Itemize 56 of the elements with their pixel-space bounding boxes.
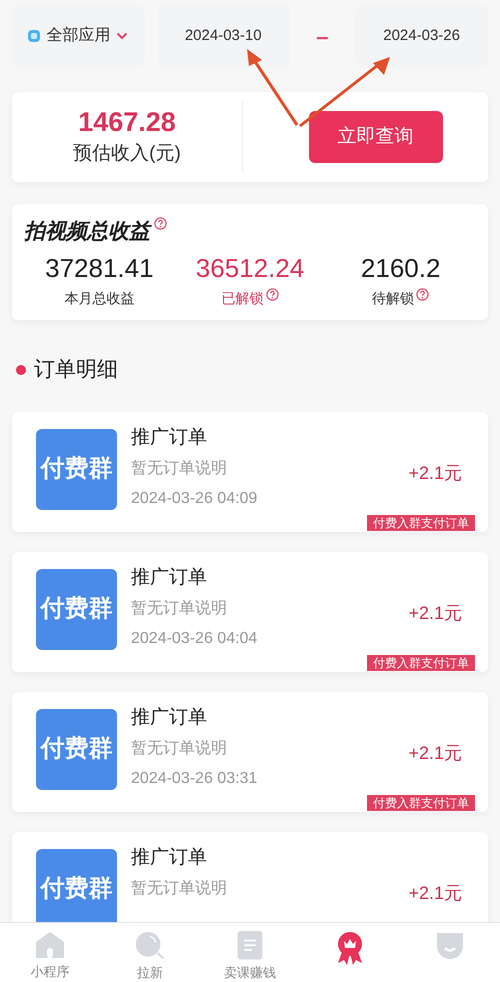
order-card[interactable]: 付费群 推广订单 暂无订单说明 2024-03-26 03:31 +2.1元 付费入群支付订单 [12,692,488,812]
order-description: 暂无订单说明 [131,598,228,618]
order-card[interactable]: 付费群 推广订单 暂无订单说明 +2.1元 [12,832,488,922]
start-date-field[interactable]: 2024-03-10 [156,4,290,68]
app-select[interactable]: 全部应用 [12,4,145,68]
order-tag: 付费入群支付订单 [367,794,475,810]
order-title: 推广订单 [131,846,208,870]
help-icon[interactable] [266,288,278,301]
bullet-dot-icon [16,364,26,375]
help-icon[interactable] [416,288,430,301]
stat-value: 37281.41 [45,252,154,284]
search-icon [134,931,166,960]
order-title: 推广订单 [131,426,208,450]
end-date-field[interactable]: 2024-03-26 [355,4,488,68]
home-icon [35,931,65,959]
order-amount: +2.1元 [408,882,462,904]
tab-bar-item[interactable]: 拉新 [100,923,200,982]
order-description: 暂无订单说明 [131,878,227,898]
stat-label: 已解锁 [222,289,264,308]
face-icon [435,931,465,961]
order-thumbnail: 付费群 [36,848,117,922]
chevron-down-icon [116,32,128,40]
help-icon[interactable] [154,217,167,230]
order-title: 推广订单 [131,566,208,590]
order-time: 2024-03-26 04:09 [131,488,258,508]
order-amount: +2.1元 [408,602,462,624]
order-card[interactable]: 付费群 推广订单 暂无订单说明 2024-03-26 04:04 +2.1元 付费入群支付订单 [12,552,488,672]
order-thumbnail: 付费群 [36,568,117,650]
summary-title: 拍视频总收益 [24,219,150,245]
order-card[interactable]: 付费群 推广订单 暂无订单说明 2024-03-26 04:09 +2.1元 付费入群支付订单 [12,412,488,532]
order-thumbnail: 付费群 [36,708,117,790]
app-select-label: 全部应用 [46,26,110,46]
query-button[interactable]: 立即查询 [308,111,442,163]
order-thumbnail: 付费群 [36,428,117,510]
order-description: 暂无订单说明 [131,738,228,758]
stat-label: 本月总收益 [64,289,134,308]
stat-value: 36512.24 [196,252,304,284]
order-tag: 付费入群支付订单 [367,514,475,530]
tab-bar-item[interactable]: 卖课赚钱 [200,923,300,982]
app-icon [28,30,40,42]
estimate-label: 预估收入(元) [73,142,181,166]
stat-value: 2160.2 [360,252,440,284]
tab-bar-item[interactable]: 小程序 [0,923,100,982]
order-amount: +2.1元 [408,742,462,764]
order-time: 2024-03-26 03:31 [131,768,258,788]
stat-label: 待解锁 [372,289,414,308]
section-title: 订单明细 [34,357,118,383]
order-tag: 付费入群支付订单 [367,654,475,670]
order-title: 推广订单 [131,706,208,730]
date-separator: – [315,22,330,50]
order-time: 2024-03-26 04:04 [131,628,258,648]
estimate-amount: 1467.28 [78,106,176,139]
order-amount: +2.1元 [408,462,462,484]
document-icon [237,931,263,960]
order-description: 暂无订单说明 [131,458,228,478]
award-ribbon-icon [335,931,365,965]
